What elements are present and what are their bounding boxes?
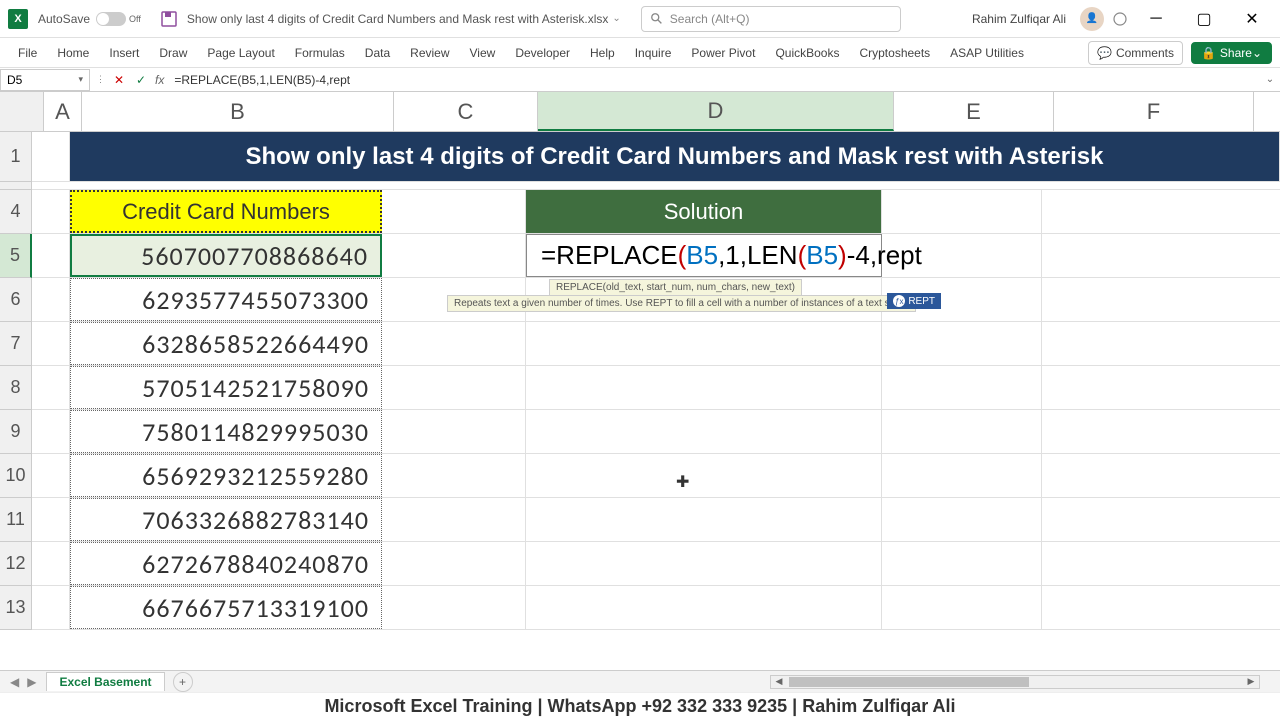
cell-b10[interactable]: 6569293212559280 [70,454,382,497]
tab-developer[interactable]: Developer [505,40,580,66]
rept-suggestion[interactable]: REPT [887,293,941,309]
cell-b7[interactable]: 6328658522664490 [70,322,382,365]
col-header-a[interactable]: A [44,92,82,131]
formula-input[interactable]: =REPLACE(B5,1,LEN(B5)-4,rept [168,73,1260,87]
tab-formulas[interactable]: Formulas [285,40,355,66]
solution-header-cell[interactable]: Solution [526,190,882,233]
scroll-thumb[interactable] [789,677,1029,687]
tab-insert[interactable]: Insert [99,40,149,66]
rept-tooltip: Repeats text a given number of times. Us… [447,295,916,312]
col-header-e[interactable]: E [894,92,1054,131]
col-header-c[interactable]: C [394,92,538,131]
tab-cryptosheets[interactable]: Cryptosheets [849,40,940,66]
formula-tooltip: REPLACE(old_text, start_num, num_chars, … [549,279,802,296]
minimize-button[interactable]: ─ [1136,4,1176,34]
row-header-7[interactable]: 7 [0,322,32,366]
fx-icon[interactable]: fx [155,73,164,87]
row-header-6[interactable]: 6 [0,278,32,322]
search-input[interactable]: Search (Alt+Q) [641,6,901,32]
cell-a5[interactable] [32,234,70,277]
col-header-b[interactable]: B [82,92,394,131]
tab-file[interactable]: File [8,40,47,66]
cell-b13[interactable]: 6676675713319100 [70,586,382,629]
tab-data[interactable]: Data [355,40,400,66]
excel-icon: X [8,9,28,29]
tab-powerpivot[interactable]: Power Pivot [681,40,765,66]
sync-icon[interactable] [1112,11,1128,27]
tab-inquire[interactable]: Inquire [625,40,682,66]
comments-button[interactable]: 💬 Comments [1088,41,1183,65]
cell-b12[interactable]: 6272678840240870 [70,542,382,585]
cancel-formula-icon[interactable]: ✕ [111,73,127,87]
formulabar-expand-icon[interactable]: ⌄ [1260,74,1280,85]
tab-pagelayout[interactable]: Page Layout [197,40,284,66]
cell-a4[interactable] [32,190,70,233]
avatar[interactable]: 👤 [1080,7,1104,31]
cc-header-cell[interactable]: Credit Card Numbers [70,190,382,233]
title-cell[interactable]: Show only last 4 digits of Credit Card N… [70,132,1280,181]
row-header-9[interactable]: 9 [0,410,32,454]
row-header-2[interactable] [0,182,32,190]
cell-b6[interactable]: 6293577455073300 [70,278,382,321]
col-header-f[interactable]: F [1054,92,1254,131]
row-header-12[interactable]: 12 [0,542,32,586]
cell-a1[interactable] [32,132,70,181]
row-header-5[interactable]: 5 [0,234,32,278]
username: Rahim Zulfiqar Ali [972,12,1066,26]
filename: Show only last 4 digits of Credit Card N… [187,12,609,26]
tab-quickbooks[interactable]: QuickBooks [765,40,849,66]
footer-text: Microsoft Excel Training | WhatsApp +92 … [0,692,1280,720]
accept-formula-icon[interactable]: ✓ [133,73,149,87]
sheet-tab-active[interactable]: Excel Basement [46,672,164,691]
row-header-1[interactable]: 1 [0,132,32,182]
tab-view[interactable]: View [460,40,506,66]
row-header-13[interactable]: 13 [0,586,32,630]
row-header-11[interactable]: 11 [0,498,32,542]
cell-b8[interactable]: 5705142521758090 [70,366,382,409]
cell-b9[interactable]: 7580114829995030 [70,410,382,453]
cell-cursor-icon: ✚ [676,472,689,492]
tab-review[interactable]: Review [400,40,459,66]
cell-e4[interactable] [882,190,1042,233]
col-header-d[interactable]: D [538,92,894,131]
add-sheet-button[interactable]: + [173,672,193,692]
cell-c4[interactable] [382,190,526,233]
scroll-left-icon[interactable]: ◀ [771,676,787,688]
tab-draw[interactable]: Draw [149,40,197,66]
save-icon[interactable] [161,11,177,27]
horizontal-scrollbar[interactable]: ◀ ▶ [770,675,1260,689]
row-header-10[interactable]: 10 [0,454,32,498]
sheet-nav-prev-icon[interactable]: ◀ [10,675,19,689]
close-button[interactable]: ✕ [1232,4,1272,34]
cell-b11[interactable]: 7063326882783140 [70,498,382,541]
cell-c5[interactable] [382,234,526,277]
select-all-corner[interactable] [0,92,44,131]
tab-asap[interactable]: ASAP Utilities [940,40,1034,66]
search-icon [650,12,664,26]
row-header-4[interactable]: 4 [0,190,32,234]
autosave-toggle[interactable]: AutoSave Off [38,12,141,26]
scroll-right-icon[interactable]: ▶ [1243,676,1259,688]
tab-help[interactable]: Help [580,40,625,66]
row-header-8[interactable]: 8 [0,366,32,410]
share-button[interactable]: 🔒 Share ⌄ [1191,42,1272,64]
cell-b5[interactable]: 5607007708868640 [70,234,382,277]
tab-home[interactable]: Home [47,40,99,66]
sheet-nav-next-icon[interactable]: ▶ [27,675,36,689]
cell-d5[interactable]: =REPLACE(B5,1,LEN(B5)-4,rept REPLACE(old… [526,234,882,277]
name-box[interactable]: D5 ▾ [0,69,90,91]
filename-dd-icon[interactable]: ⌄ [612,13,620,24]
maximize-button[interactable]: ▢ [1184,4,1224,34]
namebox-dd-icon[interactable]: ▾ [78,74,83,85]
